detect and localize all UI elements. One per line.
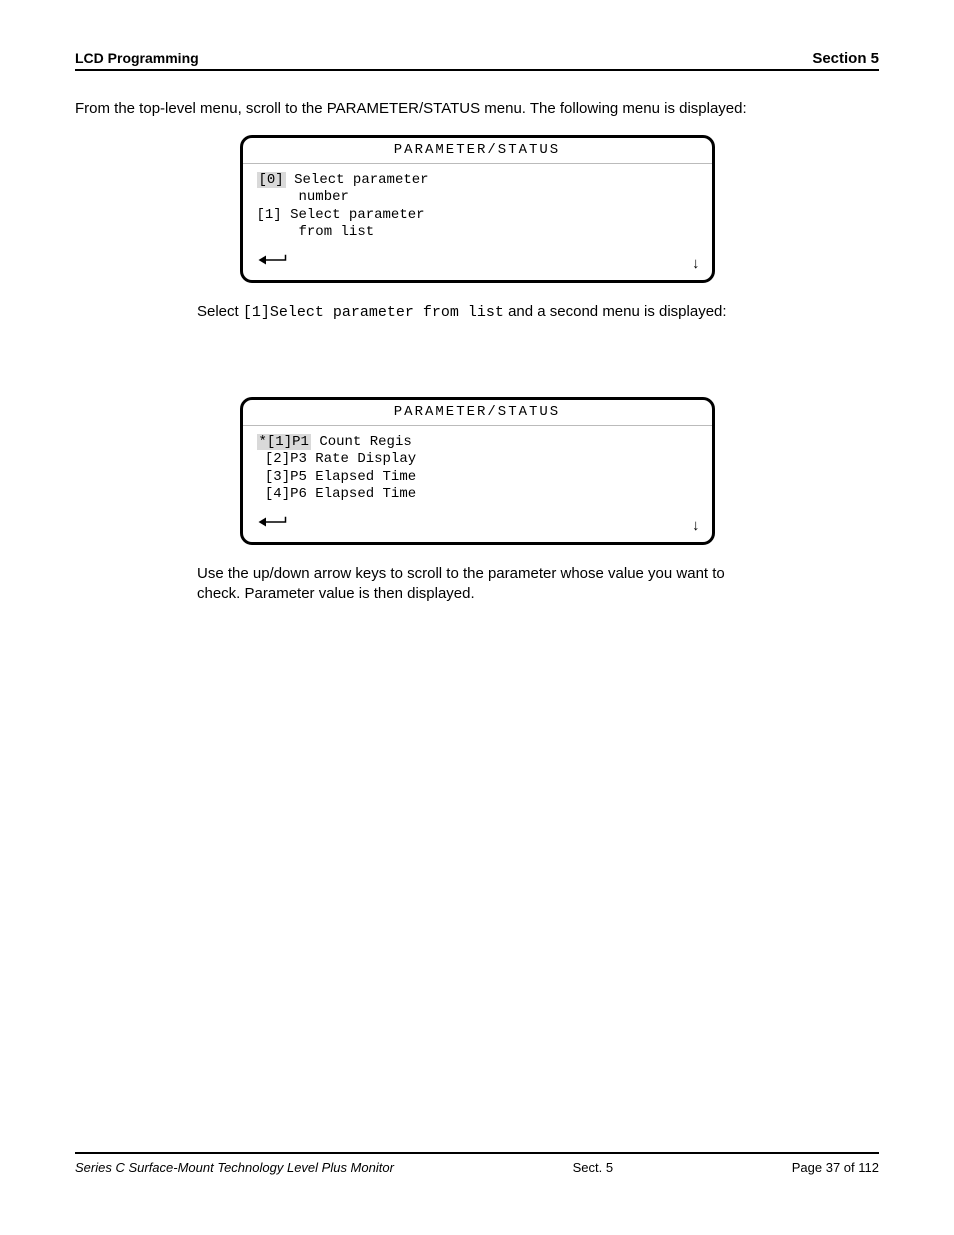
caption-1-b: and a second menu is displayed:: [504, 303, 727, 320]
header-right: Section 5: [812, 50, 879, 67]
page-header: LCD Programming Section 5: [75, 50, 879, 71]
lcd-panel-1-body: [0] Select parameter number [1] Select p…: [243, 164, 712, 252]
header-left: LCD Programming: [75, 50, 199, 66]
lcd-panel-2-line4: [4]P6 Elapsed Time: [257, 486, 417, 502]
caption-1-a: Select: [197, 303, 243, 320]
lcd-panel-1-line2: number: [257, 189, 349, 205]
lcd-panel-2-highlight: *[1]P1: [257, 434, 311, 450]
page-footer: Series C Surface-Mount Technology Level …: [75, 1152, 879, 1175]
enter-arrow-icon: [257, 514, 287, 536]
down-arrow-icon: ↓: [692, 255, 700, 274]
lcd-panel-1-highlight: [0]: [257, 172, 286, 188]
lcd-panel-2-title: PARAMETER/STATUS: [243, 400, 712, 426]
caption-2: Use the up/down arrow keys to scroll to …: [197, 564, 757, 605]
lcd-panel-2-body: *[1]P1 Count Regis [2]P3 Rate Display [3…: [243, 426, 712, 514]
caption-1: Select [1]Select parameter from list and…: [197, 302, 757, 323]
lcd-panel-1-line3: [1] Select parameter: [257, 207, 425, 223]
down-arrow-icon: ↓: [692, 517, 700, 536]
intro-paragraph: From the top-level menu, scroll to the P…: [75, 99, 879, 119]
lcd-panel-2: PARAMETER/STATUS *[1]P1 Count Regis [2]P…: [240, 397, 715, 545]
lcd-panel-1: PARAMETER/STATUS [0] Select parameter nu…: [240, 135, 715, 283]
lcd-panel-1-line4: from list: [257, 224, 375, 240]
lcd-panel-2-line3: [3]P5 Elapsed Time: [257, 469, 417, 485]
enter-arrow-icon: [257, 252, 287, 274]
footer-pages: Page 37 of 112: [792, 1160, 879, 1175]
lcd-panel-2-line1: Count Regis: [319, 434, 411, 450]
lcd-panel-1-title: PARAMETER/STATUS: [243, 138, 712, 164]
caption-1-code: [1]Select parameter from list: [243, 304, 504, 321]
lcd-panel-2-line2: [2]P3 Rate Display: [257, 451, 417, 467]
lcd-panel-1-line1: Select parameter: [294, 172, 428, 188]
footer-section: Sect. 5: [573, 1160, 613, 1175]
footer-product: Series C Surface-Mount Technology Level …: [75, 1160, 394, 1175]
